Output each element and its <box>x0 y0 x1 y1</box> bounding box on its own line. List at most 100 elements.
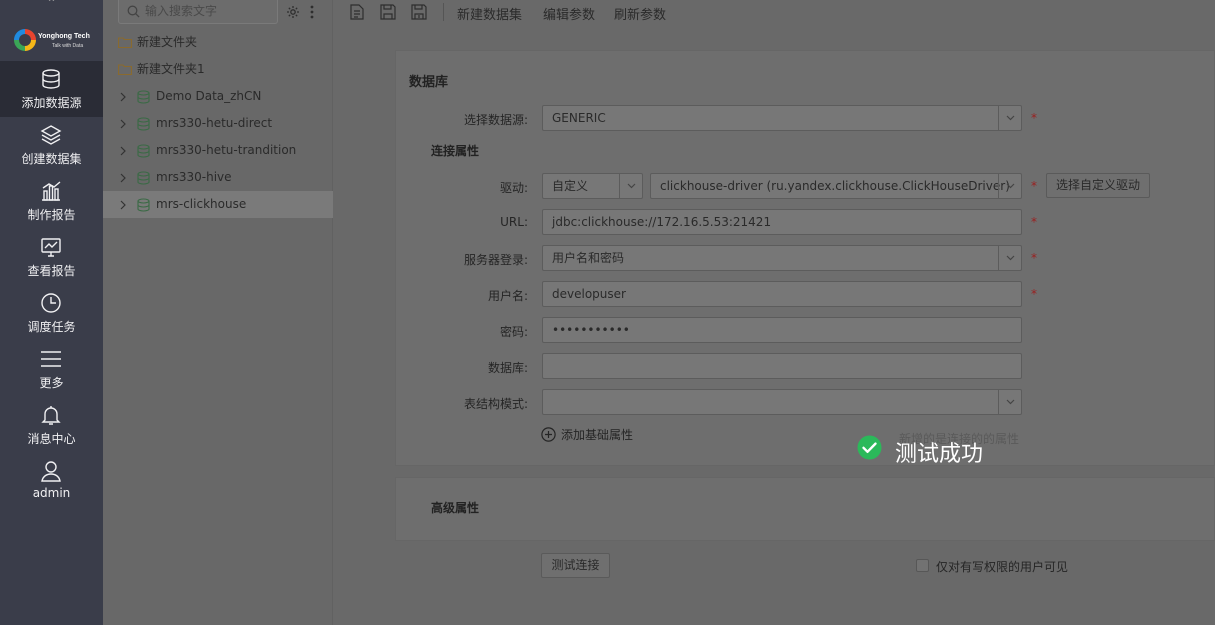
nav-label: 创建数据集 <box>21 152 82 166</box>
nav-add-datasource[interactable]: 添加数据源 <box>0 61 103 117</box>
password-input[interactable]: ••••••••••• <box>542 317 1022 343</box>
toast-message: 测试成功 <box>895 442 984 467</box>
main-content: 新建数据集 编辑参数 刷新参数 数据库 连接属性 选择数据源: GENERIC … <box>333 0 1215 625</box>
username-label: 用户名: <box>487 289 528 303</box>
schema-label: 表结构模式: <box>463 397 528 411</box>
nav-view-report[interactable]: 查看报告 <box>0 229 103 285</box>
database-icon <box>137 117 150 131</box>
username-value: developuser <box>552 287 626 301</box>
toolbar: 新建数据集 编辑参数 刷新参数 <box>333 0 1215 30</box>
logo-ring-icon <box>14 29 36 51</box>
database-icon <box>137 198 150 212</box>
gear-icon[interactable] <box>286 5 300 19</box>
save-icon[interactable] <box>380 4 396 20</box>
advanced-props-title: 高级属性 <box>431 501 480 515</box>
server-login-value: 用户名和密码 <box>552 251 625 265</box>
new-dataset-button[interactable]: 新建数据集 <box>457 4 522 23</box>
tree-item-label: mrs330-hetu-direct <box>156 116 273 130</box>
dropdown-arrow <box>998 246 1021 270</box>
tree-datasource-row[interactable]: mrs330-hive <box>103 164 333 191</box>
driver-type-select[interactable]: 自定义 <box>542 173 643 199</box>
chevron-right-icon[interactable] <box>119 200 127 210</box>
driver-label: 驱动: <box>499 181 528 195</box>
test-connection-button[interactable]: 测试连接 <box>541 553 610 578</box>
required-mark: * <box>1031 179 1037 193</box>
tree-item-label: mrs-clickhouse <box>156 197 247 211</box>
username-input[interactable]: developuser <box>542 281 1022 307</box>
kebab-menu-icon[interactable] <box>306 4 318 20</box>
save-as-icon[interactable] <box>411 4 427 20</box>
folder-icon <box>118 37 132 48</box>
chevron-right-icon[interactable] <box>119 173 127 183</box>
database-settings-card: 数据库 连接属性 选择数据源: GENERIC * 驱动: 自定义 clickh… <box>395 50 1215 466</box>
plus-circle-icon <box>541 427 556 442</box>
nav-more[interactable]: 更多 <box>0 341 103 397</box>
driver-type-value: 自定义 <box>552 179 589 193</box>
tree-item-label: 新建文件夹1 <box>137 62 205 76</box>
tree-datasource-row[interactable]: mrs330-hetu-trandition <box>103 137 333 164</box>
check-circle-icon <box>857 435 882 460</box>
search-input[interactable] <box>145 2 273 20</box>
database-icon <box>137 171 150 185</box>
datasource-value: GENERIC <box>552 111 606 125</box>
tree-datasource-row[interactable]: mrs330-hetu-direct <box>103 110 333 137</box>
nav-message-center[interactable]: 消息中心 <box>0 397 103 453</box>
database-input[interactable] <box>542 353 1022 379</box>
driver-select[interactable]: clickhouse-driver (ru.yandex.clickhouse.… <box>650 173 1022 199</box>
dropdown-arrow <box>998 106 1021 130</box>
new-file-icon[interactable] <box>349 4 365 20</box>
checkbox[interactable] <box>916 559 929 572</box>
nav-schedule-task[interactable]: 调度任务 <box>0 285 103 341</box>
chevron-right-icon[interactable] <box>119 92 127 102</box>
edit-params-button[interactable]: 编辑参数 <box>543 4 595 23</box>
url-input[interactable]: jdbc:clickhouse://172.16.5.53:21421 <box>542 209 1022 235</box>
connection-props-title: 连接属性 <box>431 144 480 158</box>
url-value: jdbc:clickhouse://172.16.5.53:21421 <box>552 215 772 229</box>
nav-label: 查看报告 <box>27 264 76 278</box>
bell-icon <box>41 406 61 425</box>
required-mark: * <box>1031 251 1037 265</box>
required-mark: * <box>1031 215 1037 229</box>
refresh-params-button[interactable]: 刷新参数 <box>614 4 666 23</box>
nav-user-admin[interactable]: admin <box>0 453 103 509</box>
datasource-select[interactable]: GENERIC <box>542 105 1022 131</box>
chevron-down-icon <box>1006 115 1015 121</box>
tree-folder-row[interactable]: 新建文件夹1 <box>103 56 333 83</box>
server-login-label: 服务器登录: <box>463 253 528 267</box>
password-label: 密码: <box>499 325 528 339</box>
logo-tagline: Talk with Data <box>52 43 84 49</box>
chevron-down-icon <box>1006 255 1015 261</box>
visibility-checkbox-label: 仅对有写权限的用户可见 <box>936 560 1069 574</box>
brand-logo: Yonghong Tech Talk with Data <box>12 26 92 56</box>
toolbar-divider <box>443 3 444 21</box>
chevron-down-icon <box>627 183 636 189</box>
clock-icon <box>41 293 61 313</box>
nav-create-dataset[interactable]: 创建数据集 <box>0 117 103 173</box>
add-basic-prop-label: 添加基础属性 <box>561 428 634 442</box>
search-box[interactable] <box>118 0 278 24</box>
schema-select[interactable] <box>542 389 1022 415</box>
advanced-props-card[interactable]: 高级属性 <box>395 477 1215 541</box>
tree-item-label: mrs330-hetu-trandition <box>156 143 297 157</box>
required-mark: * <box>1031 111 1037 125</box>
chevron-right-icon[interactable] <box>119 119 127 129</box>
chevron-right-icon[interactable] <box>119 146 127 156</box>
choose-custom-driver-button[interactable]: 选择自定义驱动 <box>1046 173 1150 198</box>
tree-datasource-row-selected[interactable]: mrs-clickhouse <box>103 191 333 218</box>
tree-folder-row[interactable]: 新建文件夹 <box>103 29 333 56</box>
dropdown-arrow <box>998 174 1021 198</box>
logo-name: Yonghong Tech <box>38 33 90 40</box>
collapse-chevron-icon[interactable]: ^ <box>0 0 103 8</box>
server-login-select[interactable]: 用户名和密码 <box>542 245 1022 271</box>
nav-label: 更多 <box>39 376 64 390</box>
nav-label: 调度任务 <box>27 320 76 334</box>
database-icon <box>137 144 150 158</box>
datasource-label: 选择数据源: <box>463 113 528 127</box>
dropdown-arrow <box>998 390 1021 414</box>
success-toast: 测试成功 <box>857 433 1017 467</box>
monitor-chart-icon <box>41 238 61 257</box>
nav-label: admin <box>32 486 71 500</box>
bar-chart-icon <box>42 181 61 201</box>
nav-make-report[interactable]: 制作报告 <box>0 173 103 229</box>
tree-datasource-row[interactable]: Demo Data_zhCN <box>103 83 333 110</box>
